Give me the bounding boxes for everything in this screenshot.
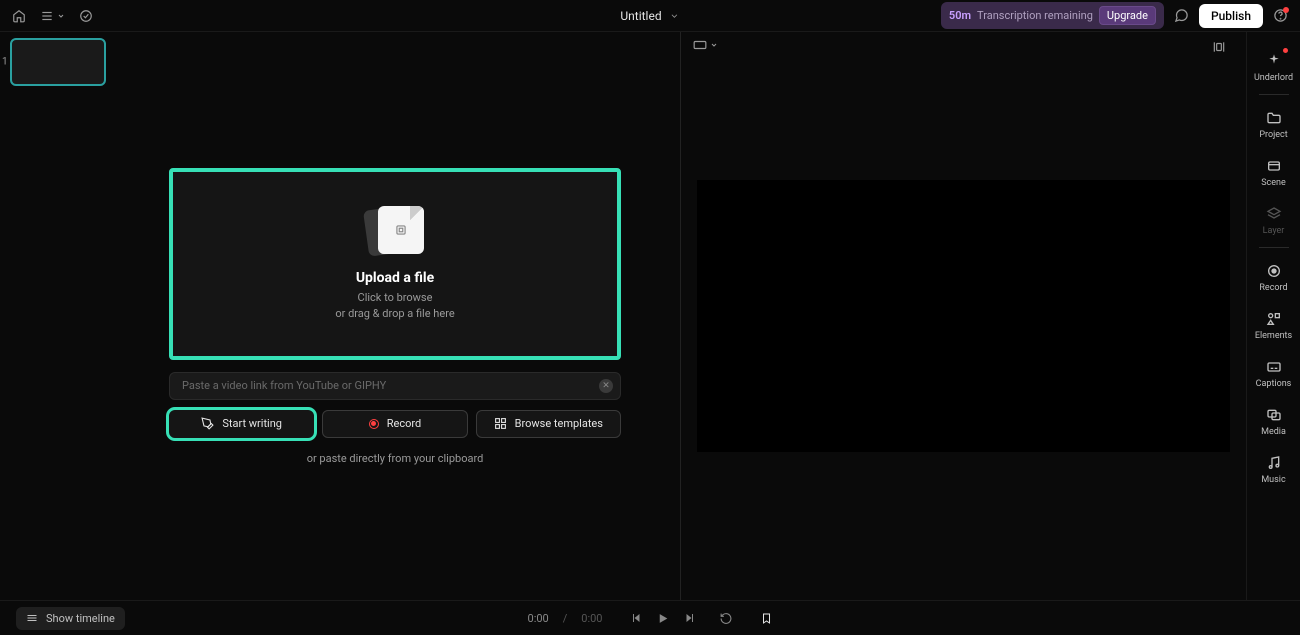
upload-subtitle-2: or drag & drop a file here: [335, 306, 454, 321]
layers-icon: [1266, 206, 1282, 222]
time-separator: /: [563, 612, 568, 625]
start-writing-button[interactable]: Start writing: [169, 410, 314, 438]
sidebar-item-project[interactable]: Project: [1247, 101, 1300, 149]
title-chevron-icon[interactable]: [670, 11, 680, 21]
editor-panel: Upload a file Click to browse or drag & …: [110, 32, 680, 600]
preview-canvas[interactable]: [697, 180, 1230, 452]
sidebar-item-elements[interactable]: Elements: [1247, 302, 1300, 350]
pen-icon: [201, 417, 214, 430]
skip-forward-button[interactable]: [683, 612, 695, 624]
transcription-text: Transcription remaining: [977, 9, 1093, 22]
sidebar-item-scene[interactable]: Scene: [1247, 149, 1300, 197]
publish-button[interactable]: Publish: [1199, 4, 1263, 28]
start-writing-label: Start writing: [222, 417, 282, 430]
transcription-pill: 50m Transcription remaining Upgrade: [941, 2, 1164, 29]
sidebar-item-media[interactable]: Media: [1247, 398, 1300, 446]
notification-dot: [1283, 7, 1289, 13]
sidebar-item-layer: Layer: [1247, 197, 1300, 245]
home-icon[interactable]: [12, 9, 26, 23]
sidebar-item-music[interactable]: Music: [1247, 446, 1300, 494]
folder-icon: [1266, 110, 1282, 126]
clipboard-hint: or paste directly from your clipboard: [307, 452, 484, 465]
record-button[interactable]: Record: [322, 410, 467, 438]
timeline-icon: [26, 612, 38, 624]
sparkle-icon: [1266, 53, 1282, 69]
show-timeline-button[interactable]: Show timeline: [16, 607, 125, 630]
record-label: Record: [387, 417, 421, 430]
record-icon: [1266, 263, 1282, 279]
scene-thumbnail[interactable]: 1: [10, 38, 106, 86]
notification-dot: [1283, 48, 1288, 53]
upload-dropzone[interactable]: Upload a file Click to browse or drag & …: [169, 168, 621, 360]
bookmark-button[interactable]: [760, 612, 772, 625]
elements-icon: [1266, 311, 1282, 327]
upload-title: Upload a file: [356, 270, 434, 286]
upload-subtitle-1: Click to browse: [358, 290, 433, 305]
transcription-minutes: 50m: [949, 9, 971, 22]
preview-panel: [681, 32, 1246, 600]
play-button[interactable]: [656, 612, 669, 625]
upgrade-button[interactable]: Upgrade: [1099, 6, 1156, 25]
scenes-column: 1: [0, 32, 110, 600]
top-bar: Untitled 50m Transcription remaining Upg…: [0, 0, 1300, 32]
scene-icon: [1266, 158, 1282, 174]
music-icon: [1266, 455, 1282, 471]
current-time: 0:00: [528, 612, 549, 625]
loop-button[interactable]: [719, 612, 732, 625]
scene-number: 1: [2, 57, 8, 68]
menu-icon[interactable]: [40, 9, 65, 23]
sync-status-icon[interactable]: [79, 9, 93, 23]
file-icon: [366, 206, 424, 256]
captions-icon: [1266, 359, 1282, 375]
skip-back-button[interactable]: [630, 612, 642, 624]
templates-icon: [494, 417, 507, 430]
sidebar-item-captions[interactable]: Captions: [1247, 350, 1300, 398]
record-dot-icon: [369, 419, 379, 429]
help-icon[interactable]: [1273, 8, 1288, 23]
media-icon: [1266, 407, 1282, 423]
right-sidebar: Underlord Project Scene Layer Record Ele…: [1246, 32, 1300, 600]
bottom-bar: Show timeline 0:00 / 0:00: [0, 600, 1300, 635]
total-time: 0:00: [581, 612, 602, 625]
comments-icon[interactable]: [1174, 8, 1189, 23]
sidebar-item-record[interactable]: Record: [1247, 254, 1300, 302]
fit-icon[interactable]: [1212, 40, 1226, 54]
aspect-ratio-icon[interactable]: [693, 40, 718, 50]
browse-templates-button[interactable]: Browse templates: [476, 410, 621, 438]
paste-link-input[interactable]: [169, 372, 621, 400]
document-title[interactable]: Untitled: [620, 9, 661, 23]
browse-templates-label: Browse templates: [515, 417, 603, 430]
clear-input-icon[interactable]: ✕: [599, 379, 613, 393]
sidebar-item-underlord[interactable]: Underlord: [1247, 44, 1300, 92]
